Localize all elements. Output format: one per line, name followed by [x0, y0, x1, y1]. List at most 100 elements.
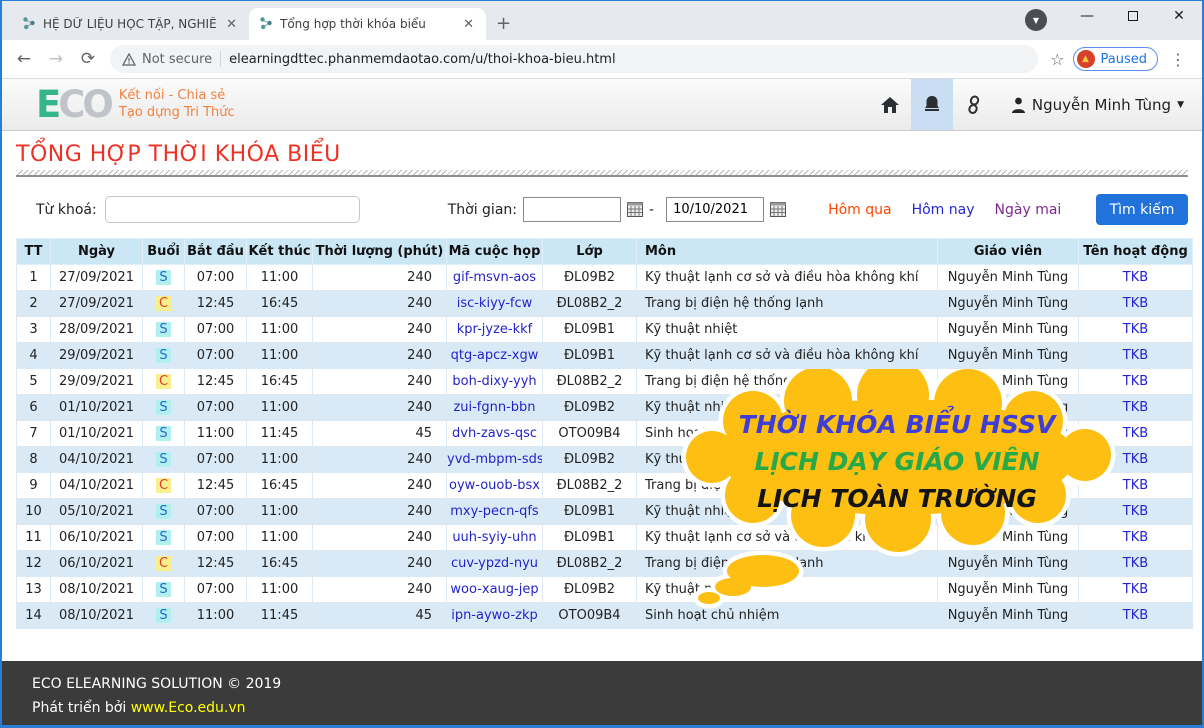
cell-subject: Kỹ thuật lạnh cơ sở và điều hòa không kh… [637, 265, 938, 291]
tab-close-icon[interactable]: ✕ [461, 17, 476, 32]
cell-duration: 240 [313, 525, 447, 551]
cell-date: 05/10/2021 [51, 499, 143, 525]
cell-end: 16:45 [247, 291, 313, 317]
calendar-from-button[interactable] [627, 202, 643, 217]
column-header: TT [17, 239, 51, 265]
reload-button[interactable]: ⟳ [74, 45, 102, 73]
meeting-code-link[interactable]: qtg-apcz-xgw [451, 348, 539, 363]
cell-date: 04/10/2021 [51, 473, 143, 499]
tkb-link[interactable]: TKB [1123, 452, 1148, 467]
bookmark-star-icon[interactable]: ☆ [1050, 50, 1064, 69]
session-badge: S [156, 426, 170, 441]
footer-link[interactable]: www.Eco.edu.vn [131, 700, 246, 716]
address-bar[interactable]: Not secure elearningdttec.phanmemdaotao.… [110, 45, 1038, 73]
cell-class: ĐL09B1 [543, 343, 637, 369]
cell-class: ĐL09B1 [543, 317, 637, 343]
cell-activity: TKB [1079, 473, 1193, 499]
notifications-button[interactable] [911, 79, 953, 130]
tkb-link[interactable]: TKB [1123, 322, 1148, 337]
user-menu[interactable]: Nguyễn Minh Tùng ▼ [1011, 96, 1184, 114]
tkb-link[interactable]: TKB [1123, 608, 1148, 623]
sync-paused-badge[interactable]: ▲ Paused [1073, 47, 1158, 71]
cell-tt: 4 [17, 343, 51, 369]
browser-menu-icon[interactable]: ⋮ [1162, 50, 1194, 69]
cell-end: 11:00 [247, 395, 313, 421]
cell-session: S [143, 395, 185, 421]
cell-duration: 240 [313, 317, 447, 343]
meeting-code-link[interactable]: zui-fgnn-bbn [453, 400, 535, 415]
tkb-link[interactable]: TKB [1123, 504, 1148, 519]
meeting-code-link[interactable]: gif-msvn-aos [453, 270, 536, 285]
tkb-link[interactable]: TKB [1123, 374, 1148, 389]
meeting-code-link[interactable]: ipn-aywo-zkp [451, 608, 538, 623]
meeting-code-link[interactable]: boh-dixy-yyh [452, 374, 536, 389]
meeting-code-link[interactable]: kpr-jyze-kkf [457, 322, 532, 337]
cell-session: C [143, 369, 185, 395]
cell-class: ĐL08B2_2 [543, 291, 637, 317]
page-content: TỔNG HỢP THỜI KHÓA BIỂU Từ khoá: Thời gi… [2, 131, 1202, 661]
cell-date: 28/09/2021 [51, 317, 143, 343]
close-button[interactable]: ✕ [1156, 1, 1202, 31]
meeting-code-link[interactable]: cuv-ypzd-nyu [451, 556, 538, 571]
meeting-code-link[interactable]: isc-kiyy-fcw [457, 296, 533, 311]
meeting-code-link[interactable]: uuh-syiy-uhn [452, 530, 536, 545]
column-header: Kết thúc [247, 239, 313, 265]
meeting-code-link[interactable]: dvh-zavs-qsc [452, 426, 537, 441]
meeting-code-link[interactable]: mxy-pecn-qfs [450, 504, 538, 519]
column-header: Buổi [143, 239, 185, 265]
date-from-input[interactable] [523, 197, 621, 222]
share-link-button[interactable] [953, 79, 995, 130]
tab-title: Tổng hợp thời khóa biểu [280, 17, 454, 31]
tkb-link[interactable]: TKB [1123, 530, 1148, 545]
table-row: 804/10/2021S07:0011:00240yvd-mbpm-sdsĐL0… [17, 447, 1193, 473]
cell-class: ĐL08B2_2 [543, 551, 637, 577]
window-controls: — ✕ [1064, 1, 1202, 31]
security-chip[interactable]: Not secure [122, 52, 212, 67]
keyword-input[interactable] [105, 196, 360, 223]
table-row: 1308/10/2021S07:0011:00240woo-xaug-jepĐL… [17, 577, 1193, 603]
cell-activity: TKB [1079, 369, 1193, 395]
paused-label: Paused [1101, 52, 1147, 67]
tab-he-du-lieu[interactable]: HỆ DỮ LIỆU HỌC TẬP, NGHIÊN C ✕ [12, 8, 249, 40]
tab-close-icon[interactable]: ✕ [224, 17, 239, 32]
filter-bar: Từ khoá: Thời gian: - Hôm qua Hôm nay Ng… [16, 194, 1188, 225]
cell-subject: Kỹ thuật lạnh cơ sở và điều hòa không kh… [637, 343, 938, 369]
session-badge: S [156, 322, 170, 337]
link-tomorrow[interactable]: Ngày mai [995, 202, 1062, 218]
tkb-link[interactable]: TKB [1123, 556, 1148, 571]
new-tab-button[interactable]: + [496, 13, 511, 34]
tkb-link[interactable]: TKB [1123, 582, 1148, 597]
search-button[interactable]: Tìm kiếm [1096, 194, 1188, 225]
media-controls-icon[interactable]: ▼ [1025, 9, 1047, 31]
eco-logo[interactable]: ECO Kết nối - Chia sẻ Tạo dựng Tri Thức [36, 86, 235, 123]
forward-button[interactable]: → [42, 45, 70, 73]
maximize-button[interactable] [1110, 1, 1156, 31]
cell-activity: TKB [1079, 551, 1193, 577]
date-to-input[interactable] [666, 197, 764, 222]
meeting-code-link[interactable]: oyw-ouob-bsx [449, 478, 540, 493]
tab-thoi-khoa-bieu[interactable]: Tổng hợp thời khóa biểu ✕ [249, 8, 486, 40]
cell-date: 06/10/2021 [51, 551, 143, 577]
session-badge: C [156, 556, 171, 571]
calendar-to-button[interactable] [770, 202, 786, 217]
tkb-link[interactable]: TKB [1123, 270, 1148, 285]
cell-meeting-code: uuh-syiy-uhn [447, 525, 543, 551]
tab-favicon-icon [22, 16, 36, 33]
tkb-link[interactable]: TKB [1123, 426, 1148, 441]
link-yesterday[interactable]: Hôm qua [828, 202, 892, 218]
tkb-link[interactable]: TKB [1123, 296, 1148, 311]
home-button[interactable] [869, 79, 911, 130]
cell-activity: TKB [1079, 447, 1193, 473]
cell-session: S [143, 317, 185, 343]
back-button[interactable]: ← [10, 45, 38, 73]
column-header: Ngày [51, 239, 143, 265]
meeting-code-link[interactable]: yvd-mbpm-sds [447, 452, 543, 467]
link-today[interactable]: Hôm nay [912, 202, 975, 218]
tkb-link[interactable]: TKB [1123, 348, 1148, 363]
cell-class: ĐL08B2_2 [543, 369, 637, 395]
tkb-link[interactable]: TKB [1123, 478, 1148, 493]
minimize-button[interactable]: — [1064, 1, 1110, 31]
tkb-link[interactable]: TKB [1123, 400, 1148, 415]
cell-subject: Trang bị điện hệ thống lạnh [637, 473, 938, 499]
meeting-code-link[interactable]: woo-xaug-jep [450, 582, 538, 597]
